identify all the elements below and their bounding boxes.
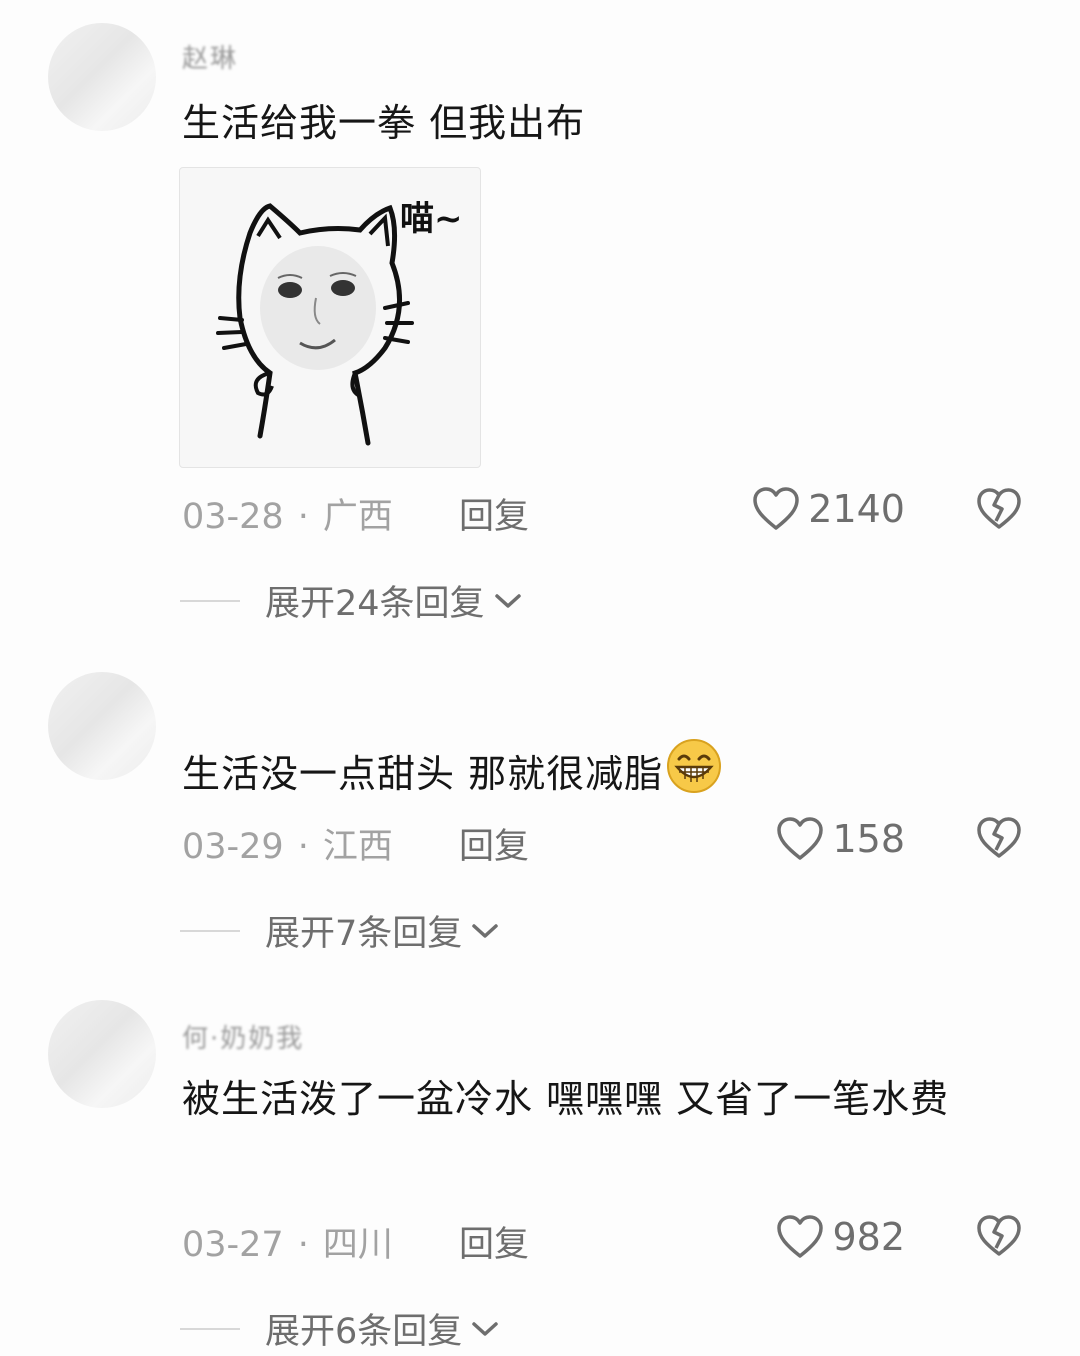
broken-heart-icon	[977, 488, 1021, 529]
divider-line	[180, 929, 240, 932]
comment-meta: 03-27 · 四川 回复	[182, 1216, 529, 1267]
comment-location: 广西	[322, 497, 393, 537]
expand-replies-button[interactable]: 展开24条回复	[180, 575, 523, 626]
separator-dot: ·	[297, 1225, 309, 1265]
like-button[interactable]: 2140	[752, 486, 905, 532]
chevron-down-icon	[472, 923, 499, 938]
comment-date: 03-28	[182, 497, 284, 537]
heart-icon	[777, 817, 824, 860]
chevron-down-icon	[494, 593, 521, 608]
expand-replies-button[interactable]: 展开6条回复	[180, 1303, 500, 1354]
avatar[interactable]	[48, 1000, 156, 1108]
grinning-face-icon	[667, 739, 722, 793]
avatar[interactable]	[48, 23, 156, 131]
broken-heart-icon	[977, 1215, 1021, 1256]
comment-date: 03-29	[182, 827, 284, 867]
heart-icon	[777, 1215, 824, 1258]
like-button[interactable]: 982	[776, 1214, 905, 1260]
avatar[interactable]	[48, 672, 156, 780]
comment-text: 生活没一点甜头 那就很减脂	[182, 737, 1032, 806]
expand-replies-button[interactable]: 展开7条回复	[180, 905, 500, 956]
comment-text: 被生活泼了一盆冷水 嘿嘿嘿 又省了一笔水费	[182, 1077, 950, 1121]
username[interactable]: 何·奶奶我	[182, 1018, 304, 1055]
heart-icon	[753, 487, 800, 530]
like-count: 982	[832, 1215, 905, 1259]
chevron-down-icon	[472, 1321, 499, 1336]
dislike-button[interactable]	[976, 816, 1022, 864]
dislike-button[interactable]	[976, 487, 1022, 535]
dislike-button[interactable]	[976, 1214, 1022, 1262]
reply-button[interactable]: 回复	[459, 488, 529, 539]
like-button[interactable]: 158	[776, 816, 905, 862]
divider-line	[180, 1327, 240, 1330]
separator-dot: ·	[297, 497, 309, 537]
reply-button[interactable]: 回复	[459, 1216, 529, 1267]
comment-date: 03-27	[182, 1225, 284, 1265]
expand-replies-label: 展开7条回复	[265, 914, 463, 954]
username[interactable]: 赵琳	[182, 38, 238, 75]
like-count: 2140	[808, 487, 905, 531]
divider-line	[180, 599, 240, 602]
comment-text-content: 生活没一点甜头 那就很减脂	[182, 752, 664, 796]
sticker-caption: 喵~	[400, 199, 463, 239]
expand-replies-label: 展开24条回复	[265, 584, 485, 624]
comment-location: 四川	[322, 1225, 393, 1265]
broken-heart-icon	[977, 817, 1021, 858]
separator-dot: ·	[297, 827, 309, 867]
comment-meta: 03-29 · 江西 回复	[182, 818, 529, 869]
comment-location: 江西	[322, 827, 393, 867]
comment-text: 生活给我一拳 但我出布	[182, 101, 586, 145]
expand-replies-label: 展开6条回复	[265, 1312, 463, 1352]
reply-button[interactable]: 回复	[459, 818, 529, 869]
cat-face-sticker-icon: 喵~	[216, 199, 463, 446]
cat-sticker-image[interactable]: 喵~	[179, 167, 481, 468]
comment-meta: 03-28 · 广西 回复	[182, 488, 529, 539]
like-count: 158	[832, 817, 905, 861]
